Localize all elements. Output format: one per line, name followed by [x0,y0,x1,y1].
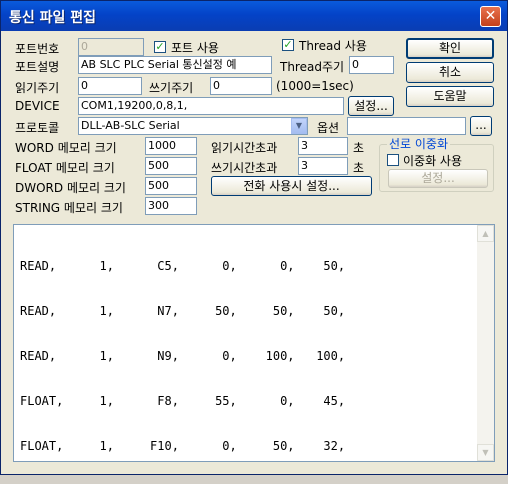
port-use-checkbox[interactable]: ✓ [154,41,166,53]
string-memory-input[interactable]: 300 [145,197,197,215]
help-button[interactable]: 도움말 [406,86,494,107]
write-cycle-label: 쓰기주기 [149,81,194,95]
read-timeout-label: 읽기시간초과 [211,141,278,155]
protocol-select[interactable]: DLL-AB-SLC Serial [78,117,308,135]
cancel-button[interactable]: 취소 [406,62,494,83]
thread-cycle-input[interactable]: 0 [349,56,394,74]
title-bar[interactable]: 통신 파일 편집 ✕ [1,1,507,31]
device-label: DEVICE [15,99,60,113]
write-timeout-input[interactable]: 3 [298,157,348,175]
read-cycle-label: 읽기주기 [15,81,60,95]
option-label: 옵션 [317,121,340,135]
device-settings-button[interactable]: 설정... [348,96,394,116]
word-memory-label: WORD 메모리 크기 [15,141,117,155]
thread-use-checkbox[interactable]: ✓ [282,39,294,51]
read-cycle-input[interactable]: 0 [78,77,142,95]
redundancy-group-title: 선로 이중화 [387,135,451,152]
read-timeout-unit: 초 [353,141,365,155]
port-number-input[interactable]: 0 [78,38,144,56]
write-timeout-unit: 초 [353,161,365,175]
port-use-label: 포트 사용 [171,41,219,55]
comm-script-editor[interactable]: READ, 1, C5, 0, 0, 50, READ, 1, N7, 50, … [13,224,495,462]
option-browse-button[interactable]: ... [470,116,492,136]
thread-use-label: Thread 사용 [299,39,367,53]
redundancy-use-checkbox[interactable] [387,154,399,166]
string-memory-label: STRING 메모리 크기 [15,201,123,215]
read-timeout-input[interactable]: 3 [298,137,348,155]
port-description-input[interactable]: AB SLC PLC Serial 통신설정 예 [78,56,272,74]
phone-settings-button[interactable]: 전화 사용시 설정... [211,176,372,196]
thread-cycle-label: Thread주기 [280,60,345,74]
option-input[interactable] [347,117,466,135]
device-input[interactable]: COM1,19200,0,8,1, [78,97,344,115]
write-cycle-input[interactable]: 0 [210,77,272,95]
redundancy-settings-button[interactable]: 설정... [388,169,488,188]
dialog-window: 통신 파일 편집 ✕ 포트번호 0 ✓ 포트 사용 ✓ Thread 사용 포트… [0,0,508,475]
editor-line: READ, 1, C5, 0, 0, 50, [20,259,346,273]
scroll-down-icon[interactable]: ▼ [477,444,494,461]
float-memory-input[interactable]: 500 [145,157,197,175]
port-number-label: 포트번호 [15,42,60,56]
editor-line: FLOAT, 1, F10, 0, 50, 32, [20,439,346,453]
redundancy-use-label: 이중화 사용 [403,154,463,168]
editor-line: READ, 1, N9, 0, 100, 100, [20,349,346,363]
vertical-scrollbar[interactable]: ▲ ▼ [477,225,494,461]
chevron-down-icon[interactable]: ▼ [291,118,307,134]
ok-button[interactable]: 확인 [406,38,494,59]
scroll-up-icon[interactable]: ▲ [477,225,494,242]
port-description-label: 포트설명 [15,60,60,74]
editor-lines: READ, 1, C5, 0, 0, 50, READ, 1, N7, 50, … [20,229,345,484]
word-memory-input[interactable]: 1000 [145,137,197,155]
editor-line: FLOAT, 1, F8, 55, 0, 45, [20,394,346,408]
close-button[interactable]: ✕ [480,6,501,27]
write-timeout-label: 쓰기시간초과 [211,161,278,175]
editor-line: READ, 1, N7, 50, 50, 50, [20,304,346,318]
protocol-label: 프로토콜 [15,121,60,135]
cycle-unit-note: (1000=1sec) [276,79,354,93]
float-memory-label: FLOAT 메모리 크기 [15,161,115,175]
dword-memory-label: DWORD 메모리 크기 [15,181,126,195]
dword-memory-input[interactable]: 500 [145,177,197,195]
window-title: 통신 파일 편집 [9,10,97,26]
